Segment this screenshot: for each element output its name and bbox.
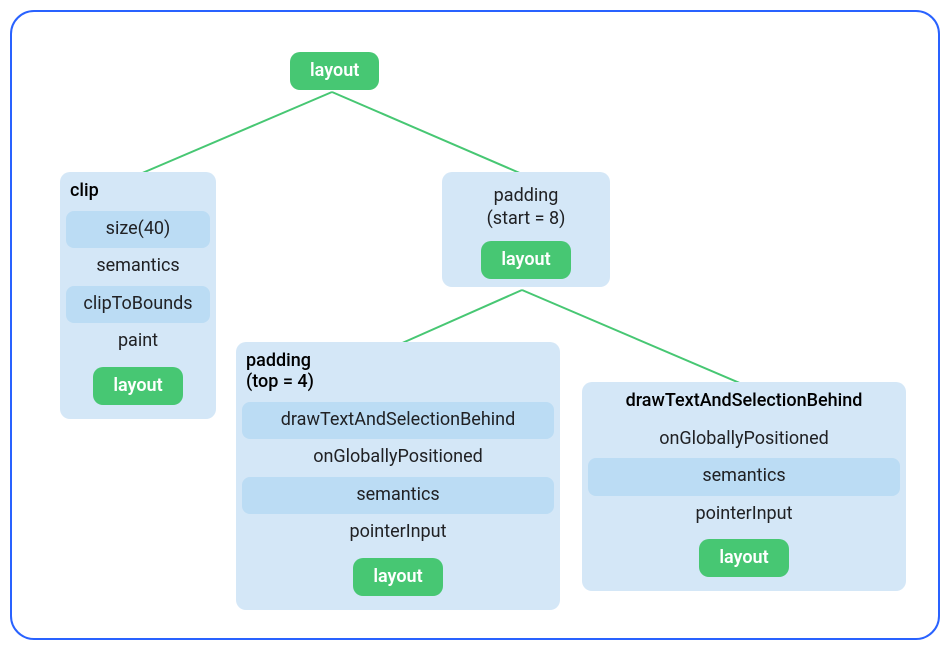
node-padding-top: padding (top = 4) drawTextAndSelectionBe… xyxy=(236,342,560,610)
layout-leaf: layout xyxy=(66,361,210,413)
modifier-pointer-input: pointerInput xyxy=(588,496,900,533)
layout-pill: layout xyxy=(481,241,570,279)
node-head: drawTextAndSelectionBehind xyxy=(582,382,906,421)
modifier-pointer-input: pointerInput xyxy=(242,514,554,551)
layout-leaf: layout xyxy=(242,552,554,604)
root-layout-node: layout xyxy=(290,52,379,90)
layout-pill: layout xyxy=(353,558,442,596)
node-draw-text-selection: drawTextAndSelectionBehind onGloballyPos… xyxy=(582,382,906,591)
modifier-paint: paint xyxy=(66,323,210,360)
node-head: padding (top = 4) xyxy=(236,342,560,402)
modifier-semantics: semantics xyxy=(66,248,210,285)
layout-leaf: layout xyxy=(450,241,602,279)
modifier-clip-to-bounds: clipToBounds xyxy=(66,286,210,323)
node-clip: clip size(40) semantics clipToBounds pai… xyxy=(60,172,216,419)
node-head: clip xyxy=(60,172,216,211)
modifier-on-globally-positioned: onGloballyPositioned xyxy=(588,421,900,458)
node-head-line1: padding xyxy=(494,185,559,206)
layout-pill: layout xyxy=(93,367,182,405)
modifier-semantics: semantics xyxy=(242,477,554,514)
modifier-draw-text-selection: drawTextAndSelectionBehind xyxy=(242,402,554,439)
node-head-line2: (start = 8) xyxy=(487,208,566,229)
layout-leaf: layout xyxy=(588,533,900,585)
layout-pill: layout xyxy=(290,52,379,90)
diagram-frame: layout clip size(40) semantics clipToBou… xyxy=(10,10,940,640)
node-padding-start: padding (start = 8) layout xyxy=(442,172,610,287)
modifier-semantics: semantics xyxy=(588,458,900,495)
layout-pill: layout xyxy=(699,539,788,577)
modifier-on-globally-positioned: onGloballyPositioned xyxy=(242,439,554,476)
modifier-size: size(40) xyxy=(66,211,210,248)
